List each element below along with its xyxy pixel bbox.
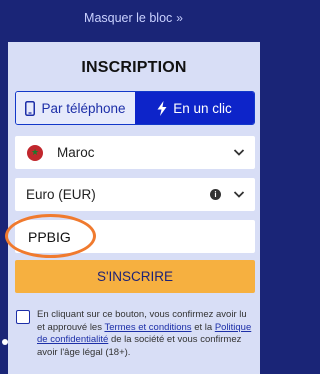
phone-icon xyxy=(25,100,36,116)
morocco-flag-icon: ★ xyxy=(27,144,43,161)
highlight-oval xyxy=(5,214,96,258)
country-value: Maroc xyxy=(57,145,95,160)
tab-one-click-label: En un clic xyxy=(173,100,232,116)
register-button-label: S'INSCRIRE xyxy=(96,269,174,284)
info-icon[interactable]: i xyxy=(210,189,221,200)
lightning-icon xyxy=(157,100,167,116)
consent-text-part2: et la xyxy=(191,321,215,333)
currency-value: Euro (EUR) xyxy=(26,187,96,202)
consent-block: En cliquant sur ce bouton, vous confirme… xyxy=(15,309,255,359)
chevron-down-icon xyxy=(233,191,245,198)
currency-select[interactable]: Euro (EUR) i xyxy=(15,178,255,211)
country-select[interactable]: ★ Maroc xyxy=(15,136,255,169)
tab-by-phone-label: Par téléphone xyxy=(41,100,126,116)
registration-method-tabs: Par téléphone En un clic xyxy=(15,91,255,125)
hide-block-label: Masquer le bloc xyxy=(84,11,173,25)
form-title: INSCRIPTION xyxy=(81,59,187,76)
tab-one-click[interactable]: En un clic xyxy=(135,92,254,124)
scroll-indicator-dot xyxy=(2,339,8,345)
double-chevron-right-icon: » xyxy=(176,11,183,25)
hide-block-toggle[interactable]: Masquer le bloc » xyxy=(0,0,267,36)
chevron-down-icon xyxy=(233,149,245,156)
consent-text: En cliquant sur ce bouton, vous confirme… xyxy=(37,309,255,359)
terms-link[interactable]: Termes et conditions xyxy=(104,322,191,333)
registration-panel: INSCRIPTION Par téléphone En un clic ★ M… xyxy=(5,42,260,374)
consent-checkbox[interactable] xyxy=(16,310,30,324)
tab-by-phone[interactable]: Par téléphone xyxy=(16,92,135,124)
register-button[interactable]: S'INSCRIRE xyxy=(15,260,255,293)
